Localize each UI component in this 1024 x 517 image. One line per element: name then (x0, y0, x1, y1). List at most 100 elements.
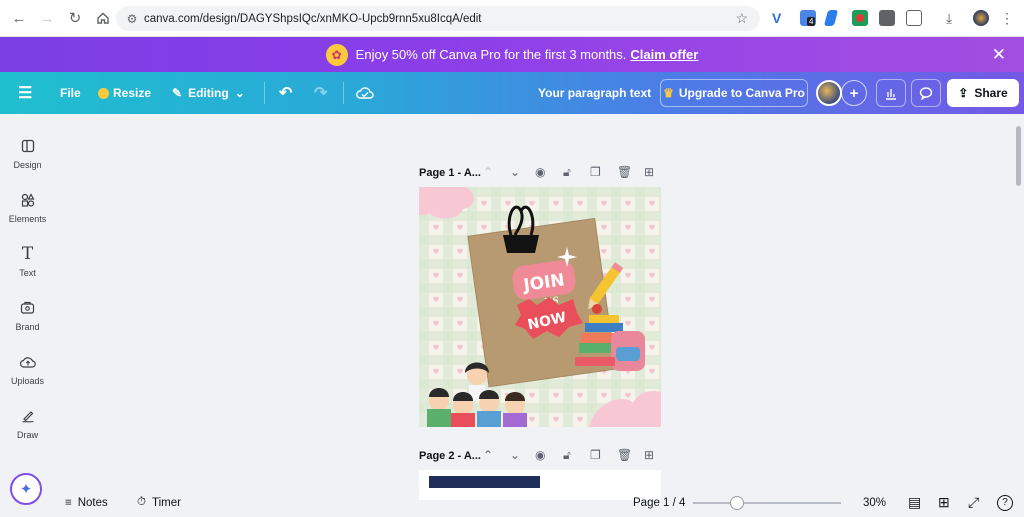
chevron-up-icon[interactable]: ⌃ (483, 448, 493, 462)
upgrade-button[interactable]: ♛ Upgrade to Canva Pro (660, 79, 808, 107)
promo-banner: ✿ Enjoy 50% off Canva Pro for the first … (0, 37, 1024, 72)
page-indicator[interactable]: Page 1 / 4 (633, 497, 685, 509)
chrome-menu-icon[interactable]: ⋮ (1000, 10, 1016, 26)
sidebar-item-draw[interactable]: Draw (0, 398, 55, 448)
delete-icon[interactable]: 🗑︎ (617, 165, 632, 179)
page-1-header: Page 1 - A... ⌃ ⌄ ◉ 🔓︎ ❐ 🗑︎ ⊞ (419, 163, 661, 183)
toolbar-divider (343, 82, 344, 104)
page-1-title[interactable]: Page 1 - A... (419, 167, 481, 179)
bookmark-star-icon[interactable]: ☆ (735, 10, 748, 27)
poster-artwork: JOIN us NOW (419, 187, 661, 427)
delete-icon[interactable]: 🗑︎ (617, 448, 632, 462)
hide-eye-icon[interactable]: ◉ (535, 165, 545, 179)
sidebar-label: Brand (15, 322, 40, 332)
extension-v-icon[interactable]: V (772, 10, 788, 26)
address-bar[interactable]: ⚙ canva.com/design/DAGYShpsIQc/xnMKO-Upc… (116, 6, 760, 31)
undo-icon[interactable]: ↶ (279, 72, 292, 114)
sidebar-label: Design (13, 160, 42, 170)
editor-footer: ≡ Notes ⏱ Timer Page 1 / 4 30% ▤ ⊞ ⤢ ? (55, 488, 1024, 517)
user-avatar[interactable] (816, 80, 842, 106)
design-title[interactable]: Your paragraph text (538, 72, 651, 114)
site-settings-icon[interactable]: ⚙ (120, 12, 144, 26)
lock-icon[interactable]: 🔓︎ (563, 448, 571, 463)
chevron-up-icon[interactable]: ⌃ (483, 165, 493, 179)
extension-arrow-icon[interactable] (823, 10, 839, 26)
vertical-scrollbar[interactable] (1016, 126, 1021, 186)
zoom-slider[interactable] (693, 496, 841, 510)
uploads-icon (19, 352, 36, 372)
url-text: canva.com/design/DAGYShpsIQc/xnMKO-Upcb9… (144, 12, 482, 25)
extension-screen-icon[interactable] (879, 10, 895, 26)
zoom-slider-handle[interactable] (730, 496, 745, 510)
cloud-saved-icon[interactable] (356, 72, 374, 114)
notes-button[interactable]: ≡ Notes (65, 497, 108, 509)
extension-puzzle-badge-icon[interactable]: 4 (800, 10, 816, 26)
add-collaborator-icon[interactable]: + (841, 80, 867, 106)
help-icon[interactable]: ? (997, 494, 1013, 511)
profile-avatar[interactable] (973, 10, 989, 26)
sidebar-item-design[interactable]: Design (0, 128, 55, 178)
fullscreen-icon[interactable]: ⤢ (968, 494, 979, 511)
menu-icon[interactable]: ☰ (18, 72, 32, 114)
magic-sparkle-icon[interactable]: ✦ (10, 473, 42, 505)
text-icon: T (21, 244, 34, 264)
timer-button[interactable]: ⏱ Timer (137, 496, 181, 509)
design-icon (21, 136, 35, 156)
add-page-icon[interactable]: ⊞ (644, 448, 654, 462)
duplicate-icon[interactable]: ❐ (590, 448, 601, 462)
editor-toolbar: ☰ File Resize ✎ Editing ⌄ ↶ ↷ Your parag… (0, 72, 1024, 114)
sidebar-label: Text (19, 268, 36, 278)
resize-label: Resize (113, 86, 152, 100)
share-label: Share (974, 86, 1008, 100)
download-icon[interactable]: ⤓ (946, 10, 962, 26)
extensions-puzzle-icon[interactable] (906, 10, 922, 26)
claim-offer-link[interactable]: Claim offer (630, 47, 698, 62)
reload-icon[interactable]: ↻ (62, 5, 88, 31)
page-view-icon[interactable]: ▤ (908, 494, 921, 511)
page-2-title[interactable]: Page 2 - A... (419, 450, 481, 462)
sidebar-label: Uploads (10, 376, 45, 386)
sidebar-item-text[interactable]: T Text (0, 236, 55, 286)
sidebar-item-brand[interactable]: Brand (0, 290, 55, 340)
extension-badge: 4 (807, 17, 816, 26)
toolbar-divider (264, 82, 265, 104)
grid-view-icon[interactable]: ⊞ (938, 494, 950, 511)
editing-mode-button[interactable]: ✎ Editing ⌄ (172, 72, 245, 114)
crown-icon (98, 87, 109, 99)
share-upload-icon: ⇪ (958, 86, 969, 100)
notes-label: Notes (77, 496, 108, 509)
chevron-down-icon: ⌄ (234, 86, 245, 100)
left-sidebar: Design Elements T Text Brand Uploads Dra… (0, 114, 55, 517)
add-page-icon[interactable]: ⊞ (644, 165, 654, 179)
extension-record-icon[interactable] (852, 10, 868, 26)
home-icon[interactable] (90, 5, 116, 31)
chevron-down-icon[interactable]: ⌄ (510, 448, 520, 462)
redo-icon[interactable]: ↷ (314, 72, 327, 114)
hide-eye-icon[interactable]: ◉ (535, 448, 545, 462)
page-2-navy-bar (429, 476, 540, 488)
editing-label: Editing (188, 86, 229, 100)
comment-icon[interactable] (911, 79, 941, 107)
close-icon[interactable]: ✕ (992, 45, 1006, 65)
share-button[interactable]: ⇪ Share (947, 79, 1019, 107)
pencil-icon: ✎ (172, 86, 183, 100)
canvas-page-1[interactable]: JOIN us NOW (419, 187, 661, 427)
upgrade-label: Upgrade to Canva Pro (678, 86, 805, 100)
lock-icon[interactable]: 🔓︎ (563, 165, 571, 180)
sidebar-item-uploads[interactable]: Uploads (0, 344, 55, 394)
page-2-header: Page 2 - A... ⌃ ⌄ ◉ 🔓︎ ❐ 🗑︎ ⊞ (419, 446, 661, 466)
brand-icon (20, 298, 35, 318)
draw-icon (21, 406, 35, 426)
back-icon[interactable]: ← (6, 5, 32, 31)
duplicate-icon[interactable]: ❐ (590, 165, 601, 179)
sidebar-label: Draw (16, 430, 38, 440)
forward-icon[interactable]: → (34, 5, 60, 31)
file-menu[interactable]: File (60, 72, 81, 114)
resize-button[interactable]: Resize (98, 72, 151, 114)
timer-label: Timer (151, 496, 181, 509)
insights-chart-icon[interactable] (876, 79, 906, 107)
sidebar-item-elements[interactable]: Elements (0, 182, 55, 232)
timer-icon: ⏱ (137, 496, 146, 508)
zoom-level[interactable]: 30% (863, 497, 886, 509)
chevron-down-icon[interactable]: ⌄ (510, 165, 520, 179)
